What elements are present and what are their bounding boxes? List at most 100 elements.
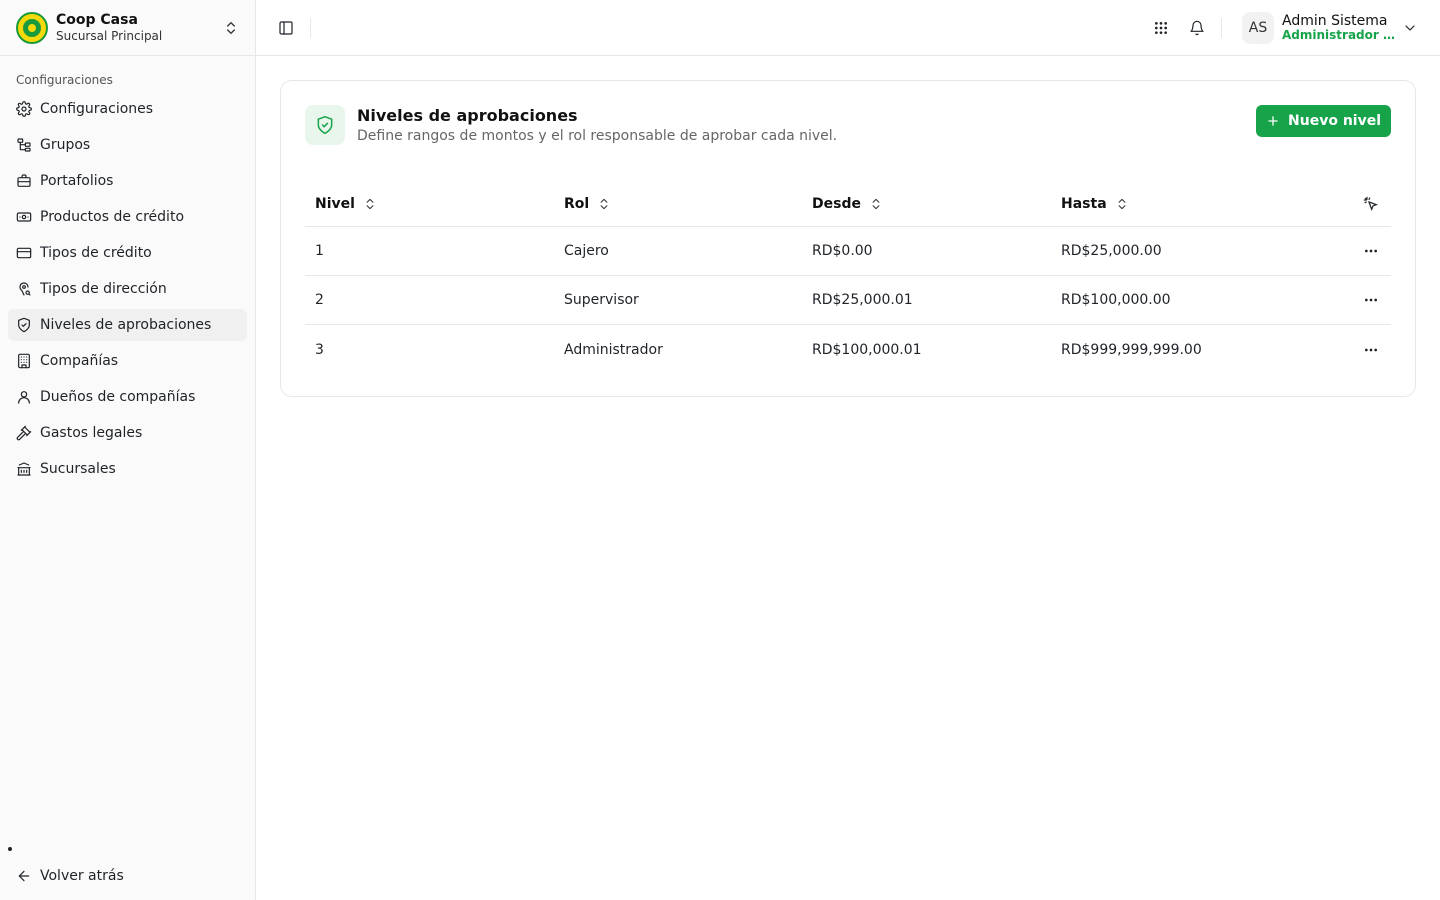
cell-desde: RD$25,000.01 [812,292,913,308]
sidebar-item-configuraciones[interactable]: Configuraciones [8,93,247,125]
sidebar-item-duenos-companias[interactable]: Dueños de compañías [8,381,247,413]
table-row: 1 Cajero RD$0.00 RD$25,000.00 [305,227,1391,276]
cell-nivel: 1 [315,243,324,259]
sidebar-item-gastos-legales[interactable]: Gastos legales [8,417,247,449]
sidebar-item-portafolios[interactable]: Portafolios [8,165,247,197]
sidebar-panel-icon [279,20,293,35]
new-level-button[interactable]: Nuevo nivel [1256,105,1391,137]
new-level-button-label: Nuevo nivel [1288,113,1381,129]
apps-button[interactable] [1147,14,1175,42]
approval-levels-table: Nivel Rol Desde Hasta 1 Cajero RD$0.00 R… [305,181,1391,374]
column-header-desde[interactable]: Desde [802,196,1051,212]
sidebar-item-label: Grupos [40,137,91,153]
sort-icon [600,198,608,209]
column-header-label: Desde [812,195,861,212]
toggle-sidebar-button[interactable] [272,14,300,42]
row-actions-button[interactable] [1359,338,1383,362]
coop-logo [16,11,48,44]
sidebar-item-label: Configuraciones [40,101,154,117]
sidebar-item-productos-credito[interactable]: Productos de crédito [8,201,247,233]
shield-check-icon [317,115,333,135]
user-menu[interactable]: AS Admin Sistema Administrador del siste… [1236,8,1424,48]
cell-hasta: RD$100,000.00 [1061,292,1171,308]
cell-hasta: RD$999,999,999.00 [1061,341,1202,358]
approval-levels-card: Niveles de aprobaciones Define rangos de… [280,80,1416,397]
table-row: 2 Supervisor RD$25,000.01 RD$100,000.00 [305,276,1391,325]
header-divider [1221,17,1222,38]
column-header-label: Hasta [1061,195,1107,212]
back-button-label: Volver atrás [40,868,124,884]
sidebar-item-label: Dueños de compañías [40,389,196,405]
header-divider [310,17,311,38]
more-horizontal-icon [1365,249,1377,253]
sparkle-pointer-icon [1363,196,1379,211]
sidebar: Coop Casa Sucursal Principal Configuraci… [0,0,256,900]
row-actions-button[interactable] [1359,288,1383,312]
briefcase-icon [17,174,31,187]
columns-settings-button[interactable] [1341,196,1391,212]
sidebar-item-companias[interactable]: Compañías [8,345,247,377]
plus-icon [1268,116,1278,126]
chevrons-up-down-icon [227,21,235,34]
map-pin-search-icon [19,282,31,296]
cell-hasta: RD$25,000.00 [1061,243,1162,259]
cell-rol: Administrador [564,341,663,358]
page-title: Niveles de aprobaciones [357,106,578,125]
sidebar-section-label: Configuraciones [16,73,113,87]
sidebar-nav: Configuraciones Grupos Portafolios Produ… [0,93,255,485]
row-actions-button[interactable] [1359,239,1383,263]
cell-rol: Supervisor [564,292,639,308]
more-horizontal-icon [1365,298,1377,302]
grid-dots-icon [1155,21,1167,34]
gear-icon [16,101,32,117]
gavel-icon [16,425,32,441]
sidebar-item-label: Gastos legales [40,425,143,441]
bank-icon [17,462,31,476]
cell-desde: RD$0.00 [812,243,873,259]
back-button[interactable]: Volver atrás [8,860,132,892]
sidebar-item-label: Niveles de aprobaciones [40,317,212,333]
sidebar-item-label: Sucursales [40,461,116,477]
column-header-nivel[interactable]: Nivel [305,196,554,212]
notifications-button[interactable] [1183,14,1211,42]
building-icon [18,353,30,369]
sidebar-item-label: Compañías [40,353,119,369]
shield-check-icon [18,317,30,333]
sort-icon [366,198,374,209]
user-name: Admin Sistema [1282,12,1388,29]
arrow-left-icon [18,870,30,882]
group-tree-icon [17,138,31,152]
cell-nivel: 2 [315,292,324,308]
sidebar-item-niveles-aprobaciones[interactable]: Niveles de aprobaciones [8,309,247,341]
brand-branch: Sucursal Principal [56,28,163,43]
table-header: Nivel Rol Desde Hasta [305,181,1391,227]
column-header-rol[interactable]: Rol [554,196,802,212]
sidebar-item-label: Portafolios [40,173,114,189]
sidebar-item-tipos-credito[interactable]: Tipos de crédito [8,237,247,269]
sidebar-item-label: Tipos de dirección [40,281,167,297]
sidebar-item-label: Productos de crédito [40,209,185,225]
cell-nivel: 3 [315,341,324,358]
sidebar-item-tipos-direccion[interactable]: Tipos de dirección [8,273,247,305]
table-row: 3 Administrador RD$100,000.01 RD$999,999… [305,325,1391,374]
column-header-label: Rol [564,195,590,212]
more-horizontal-icon [1365,348,1377,351]
sort-icon [872,198,880,209]
sidebar-item-sucursales[interactable]: Sucursales [8,453,247,485]
avatar: AS [1242,11,1274,44]
top-header: AS Admin Sistema Administrador del siste… [256,0,1440,56]
cell-rol: Cajero [564,243,609,259]
sort-icon [1118,198,1126,209]
sidebar-item-label: Tipos de crédito [40,245,152,261]
bell-icon [1190,20,1204,35]
sidebar-item-grupos[interactable]: Grupos [8,129,247,161]
chevron-down-icon [1405,24,1415,31]
cell-desde: RD$100,000.01 [812,341,922,358]
credit-card-icon [16,247,32,259]
page-subtitle: Define rangos de montos y el rol respons… [357,128,838,144]
user-role: Administrador del sistema [1282,28,1396,42]
brand-switcher[interactable]: Coop Casa Sucursal Principal [0,0,255,56]
user-icon [18,391,30,404]
column-header-label: Nivel [315,195,355,212]
column-header-hasta[interactable]: Hasta [1051,196,1341,212]
